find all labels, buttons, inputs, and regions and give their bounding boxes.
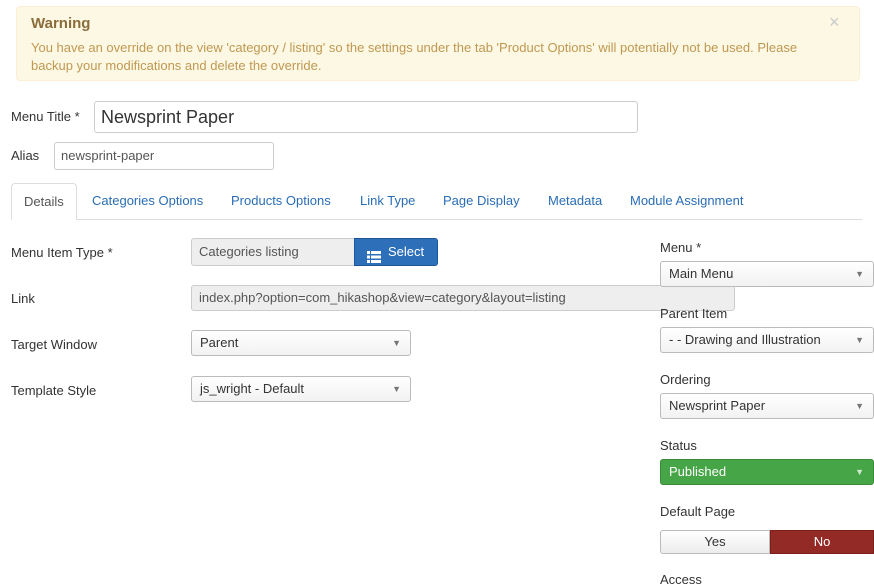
warning-alert: Warning You have an override on the view… [16, 6, 860, 81]
target-window-select[interactable]: Parent ▼ [191, 330, 411, 356]
menu-value: Main Menu [669, 266, 734, 281]
menu-title-label: Menu Title * [11, 109, 80, 124]
default-page-yes-button[interactable]: Yes [660, 530, 770, 554]
default-page-label: Default Page [660, 504, 736, 519]
parent-item-label: Parent Item [660, 306, 728, 321]
select-button-label: Select [388, 244, 425, 259]
template-style-label: Template Style [11, 383, 97, 398]
status-select[interactable]: Published ▼ [660, 459, 874, 485]
caret-down-icon: ▼ [855, 401, 864, 411]
caret-down-icon: ▼ [855, 467, 864, 477]
menu-item-type-field: Categories listing [191, 238, 355, 266]
alert-message: You have an override on the view 'catego… [31, 40, 798, 73]
select-button[interactable]: Select [354, 238, 438, 266]
tab-categories-options[interactable]: Categories Options [92, 183, 203, 220]
alias-input[interactable]: newsprint-paper [54, 142, 274, 170]
menu-title-input[interactable]: Newsprint Paper [94, 101, 638, 133]
status-value: Published [669, 464, 727, 479]
ordering-label: Ordering [660, 372, 711, 387]
alert-title: Warning [31, 15, 91, 32]
tab-page-display[interactable]: Page Display [443, 183, 520, 220]
target-window-label: Target Window [11, 337, 97, 352]
default-page-no-button[interactable]: No [770, 530, 874, 554]
tab-details[interactable]: Details [11, 183, 77, 220]
access-label: Access [660, 572, 702, 587]
template-style-select[interactable]: js_wright - Default ▼ [191, 376, 411, 402]
tab-link-type[interactable]: Link Type [360, 183, 415, 220]
list-icon [367, 246, 381, 263]
menu-select[interactable]: Main Menu ▼ [660, 261, 874, 287]
link-field: index.php?option=com_hikashop&view=categ… [191, 285, 735, 311]
target-window-value: Parent [200, 335, 239, 350]
caret-down-icon: ▼ [855, 335, 864, 345]
tab-metadata[interactable]: Metadata [548, 183, 602, 220]
tab-products-options[interactable]: Products Options [231, 183, 331, 220]
caret-down-icon: ▼ [392, 384, 401, 394]
link-label: Link [11, 291, 35, 306]
close-icon[interactable]: × [829, 12, 840, 33]
template-style-value: js_wright - Default [200, 381, 305, 396]
status-label: Status [660, 438, 697, 453]
alias-label: Alias [11, 148, 40, 163]
ordering-value: Newsprint Paper [669, 398, 766, 413]
tab-module-assignment[interactable]: Module Assignment [630, 183, 743, 220]
caret-down-icon: ▼ [392, 338, 401, 348]
parent-item-value: - - Drawing and Illustration [669, 332, 821, 347]
ordering-select[interactable]: Newsprint Paper ▼ [660, 393, 874, 419]
parent-item-select[interactable]: - - Drawing and Illustration ▼ [660, 327, 874, 353]
menu-label: Menu * [660, 240, 702, 255]
caret-down-icon: ▼ [855, 269, 864, 279]
menu-item-type-label: Menu Item Type * [11, 245, 113, 260]
